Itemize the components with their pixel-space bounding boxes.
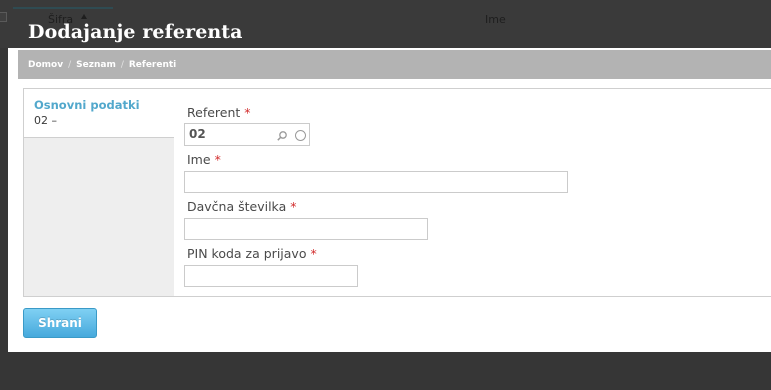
sort-ascending-icon	[81, 14, 87, 19]
save-button[interactable]: Shrani	[23, 308, 97, 338]
breadcrumb-separator: /	[120, 59, 124, 70]
referent-value: 02	[189, 127, 206, 141]
pin-input[interactable]	[184, 265, 358, 287]
davcna-label: Davčna številka *	[187, 199, 297, 214]
davcna-stevilka-input[interactable]	[184, 218, 428, 240]
side-navigation-empty	[24, 138, 174, 296]
background-overlay-bottom	[0, 352, 771, 390]
davcna-label-text: Davčna številka	[187, 199, 287, 214]
pin-label-text: PIN koda za prijavo	[187, 246, 307, 261]
tab-basic-data-title: Osnovni podatki	[34, 98, 140, 112]
clear-icon[interactable]	[295, 130, 306, 141]
breadcrumb: Domov / Seznam / Referenti	[18, 50, 771, 79]
breadcrumb-list[interactable]: Seznam	[76, 60, 116, 70]
referent-label-text: Referent	[187, 105, 241, 120]
side-navigation: Osnovni podatki 02 –	[24, 89, 174, 296]
background-tab-underline	[13, 7, 113, 9]
ime-label-text: Ime	[187, 152, 211, 167]
required-mark: *	[214, 152, 221, 167]
form-panel: Osnovni podatki 02 – Referent* 02 Ime*	[23, 88, 771, 297]
referent-lookup-field[interactable]: 02	[184, 123, 310, 146]
modal-title: Dodajanje referenta	[28, 21, 243, 43]
breadcrumb-referents[interactable]: Referenti	[129, 60, 176, 70]
required-mark: *	[310, 246, 317, 261]
referent-label: Referent *	[187, 105, 251, 120]
tab-basic-data-subtitle: 02 –	[34, 114, 57, 127]
required-mark: *	[290, 199, 297, 214]
background-select-all-checkbox	[0, 12, 7, 22]
modal-dialog: Domov / Seznam / Referenti Osnovni podat…	[8, 48, 771, 352]
tab-basic-data[interactable]: Osnovni podatki 02 –	[24, 89, 174, 138]
pin-label: PIN koda za prijavo *	[187, 246, 317, 261]
search-icon[interactable]	[277, 131, 287, 141]
background-column-ime: Ime	[485, 13, 506, 26]
required-mark: *	[244, 105, 251, 120]
breadcrumb-home[interactable]: Domov	[28, 60, 63, 70]
breadcrumb-separator: /	[68, 59, 72, 70]
ime-input[interactable]	[184, 171, 568, 193]
ime-label: Ime *	[187, 152, 221, 167]
